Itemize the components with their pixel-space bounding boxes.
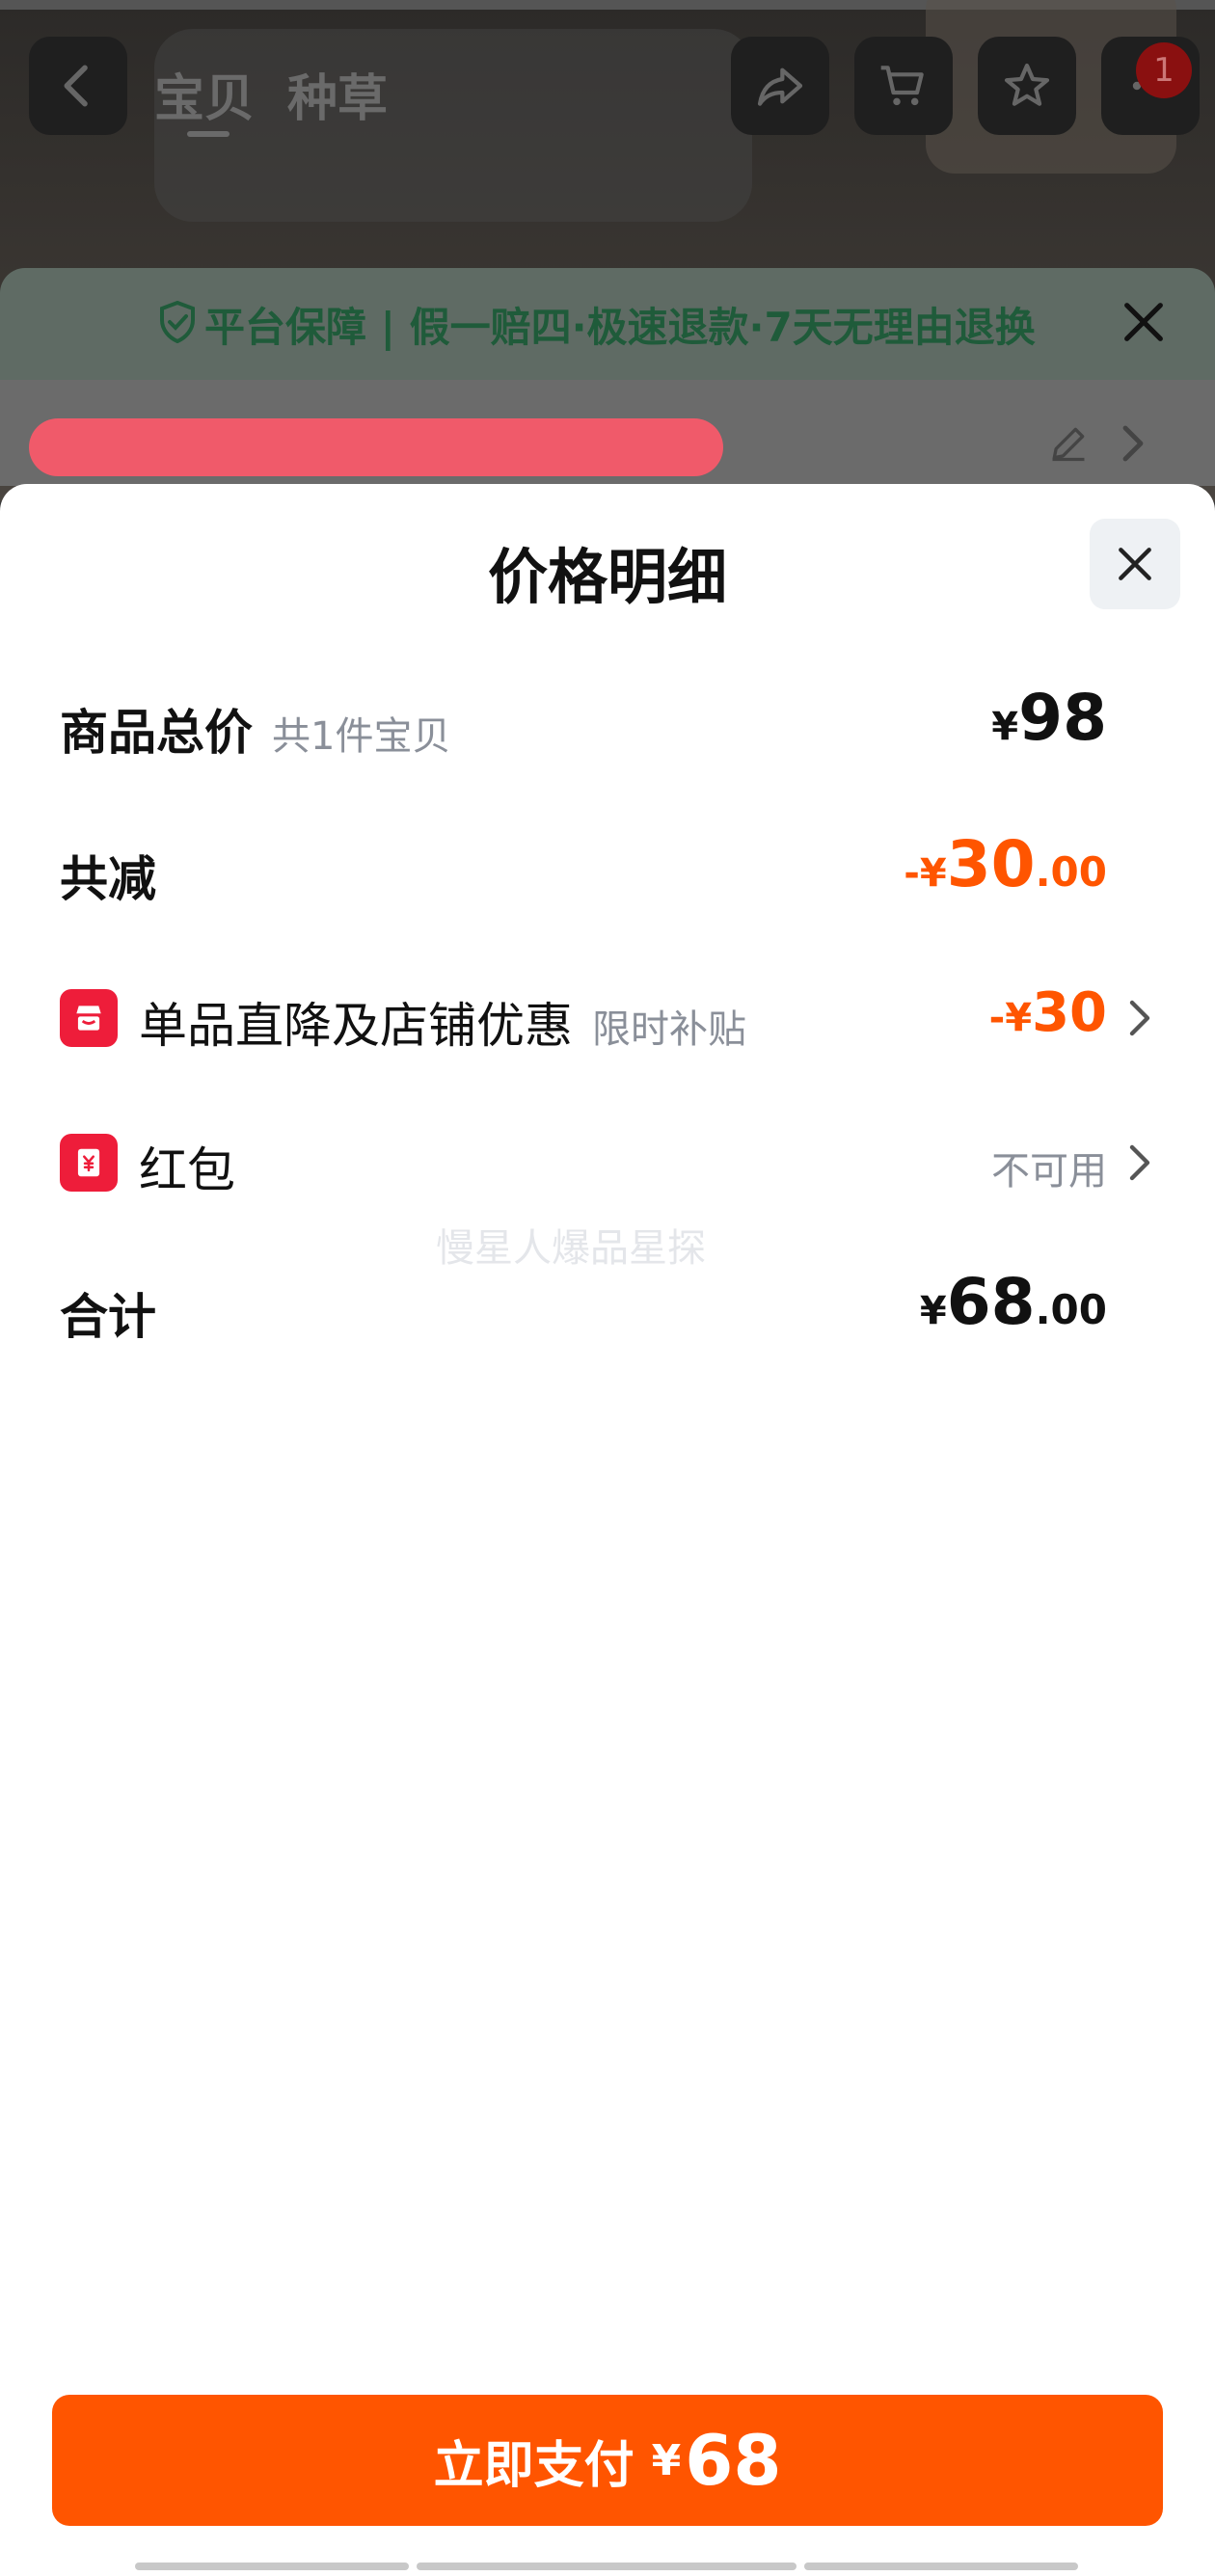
address-row[interactable] bbox=[0, 380, 1215, 486]
red-packet-icon bbox=[60, 1134, 118, 1192]
share-button[interactable] bbox=[731, 37, 829, 135]
discount-sub: 限时补贴 bbox=[592, 1007, 746, 1052]
home-indicator bbox=[804, 2563, 1078, 2570]
sheet-title: 价格明细 bbox=[487, 542, 727, 612]
goods-total-count: 共1件宝贝 bbox=[272, 714, 451, 759]
chevron-right-icon bbox=[1129, 1144, 1150, 1181]
watermark: 慢星人爆品星探 bbox=[436, 1226, 706, 1271]
back-arrow-icon bbox=[64, 65, 88, 107]
pay-currency: ¥ bbox=[651, 2435, 682, 2485]
shield-check-icon bbox=[160, 301, 195, 343]
discount-label: 单品直降及店铺优惠 bbox=[139, 998, 573, 1054]
pay-label: 立即支付 bbox=[433, 2436, 634, 2495]
home-indicator bbox=[417, 2563, 796, 2570]
sum-amount: ¥68.00 bbox=[919, 1265, 1107, 1339]
tab-baobei[interactable]: 宝贝 bbox=[154, 58, 255, 130]
favorite-button[interactable] bbox=[978, 37, 1076, 135]
sum-label: 合计 bbox=[60, 1289, 156, 1345]
guarantee-banner: 平台保障 | 假一赔四·极速退款·7天无理由退换 bbox=[0, 268, 1215, 380]
notification-badge: 1 bbox=[1136, 42, 1192, 98]
cart-icon bbox=[880, 66, 924, 106]
chevron-right-icon bbox=[1122, 425, 1144, 462]
chevron-right-icon bbox=[1129, 1000, 1150, 1036]
goods-total-price: ¥98 bbox=[991, 681, 1107, 755]
pay-now-button[interactable]: 立即支付 ¥ 68 bbox=[52, 2395, 1163, 2526]
star-icon bbox=[1004, 63, 1050, 106]
store-icon bbox=[60, 989, 118, 1047]
red-packet-label: 红包 bbox=[139, 1142, 235, 1198]
tab-underline bbox=[187, 131, 230, 137]
reduction-amount: -¥30.00 bbox=[904, 827, 1107, 901]
sheet-close-button[interactable] bbox=[1090, 519, 1180, 609]
back-button[interactable] bbox=[29, 37, 127, 135]
share-icon bbox=[757, 67, 803, 106]
close-icon bbox=[1119, 548, 1151, 580]
row-red-packet[interactable]: 红包 不可用 bbox=[0, 1105, 1215, 1221]
home-indicator bbox=[135, 2563, 409, 2570]
close-icon[interactable] bbox=[1119, 297, 1169, 347]
discount-amount: -¥30 bbox=[988, 981, 1107, 1044]
tab-zhongcao[interactable]: 种草 bbox=[287, 58, 388, 130]
row-store-discount[interactable]: 单品直降及店铺优惠 限时补贴 -¥30 bbox=[0, 960, 1215, 1076]
cart-button[interactable] bbox=[854, 37, 953, 135]
guarantee-text: 平台保障 | 假一赔四·极速退款·7天无理由退换 bbox=[204, 304, 1036, 351]
pay-amount: 68 bbox=[685, 2420, 782, 2501]
redacted-address bbox=[29, 418, 723, 476]
price-detail-sheet: 价格明细 商品总价 共1件宝贝 ¥98 共减 -¥30.00 单品直降及店铺优惠… bbox=[0, 484, 1215, 2576]
row-goods-total: 商品总价 共1件宝贝 ¥98 bbox=[0, 667, 1215, 783]
red-packet-status: 不可用 bbox=[991, 1149, 1107, 1194]
edit-icon[interactable] bbox=[1047, 422, 1090, 465]
row-total-reduction: 共减 -¥30.00 bbox=[0, 814, 1215, 929]
goods-total-label: 商品总价 bbox=[60, 705, 253, 761]
reduction-label: 共减 bbox=[60, 851, 156, 907]
